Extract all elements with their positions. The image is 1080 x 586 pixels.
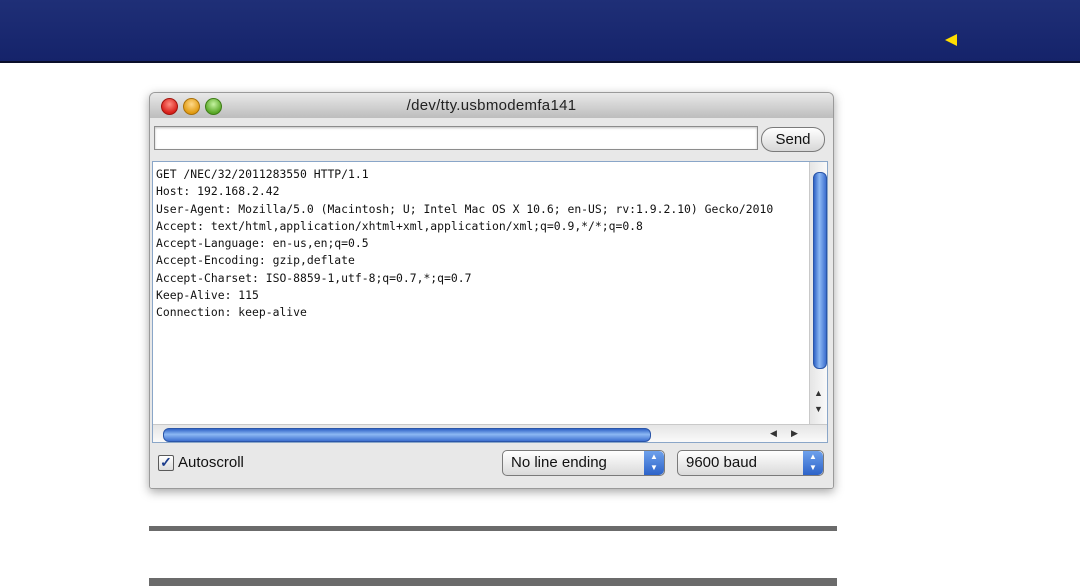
window-title: /dev/tty.usbmodemfa141 (406, 97, 577, 114)
baud-rate-select[interactable]: 9600 baud ▲ ▼ (677, 450, 824, 476)
output-line: Keep-Alive: 115 (156, 288, 259, 303)
serial-input[interactable] (154, 126, 758, 150)
scroll-down-arrow-icon[interactable]: ▼ (814, 404, 823, 414)
send-button[interactable]: Send (761, 127, 825, 152)
horizontal-scrollbar[interactable]: ◀ ▶ (153, 424, 827, 442)
output-line: Host: 192.168.2.42 (156, 184, 280, 199)
back-arrow-icon[interactable] (945, 34, 957, 46)
select-arrows-icon: ▲ ▼ (644, 451, 664, 475)
output-line: Accept-Charset: ISO-8859-1,utf-8;q=0.7,*… (156, 270, 472, 285)
vertical-scrollbar[interactable]: ▲ ▼ (809, 162, 827, 424)
baud-rate-value: 9600 baud (686, 454, 757, 471)
output-line: Connection: keep-alive (156, 305, 307, 320)
scroll-right-arrow-icon[interactable]: ▶ (791, 428, 798, 439)
input-row: Send (150, 118, 833, 157)
scroll-left-arrow-icon[interactable]: ◀ (770, 428, 777, 439)
divider-line (149, 526, 837, 531)
line-ending-select[interactable]: No line ending ▲ ▼ (502, 450, 665, 476)
select-arrows-icon: ▲ ▼ (803, 451, 823, 475)
output-line: Accept: text/html,application/xhtml+xml,… (156, 218, 643, 233)
autoscroll-label[interactable]: Autoscroll (178, 454, 244, 471)
output-line: GET /NEC/32/2011283550 HTTP/1.1 (156, 167, 369, 181)
horizontal-scroll-thumb[interactable] (163, 428, 651, 442)
output-text: GET /NEC/32/2011283550 HTTP/1.1 Host: 192… (156, 166, 806, 322)
line-ending-value: No line ending (511, 454, 607, 471)
scroll-up-arrow-icon[interactable]: ▲ (814, 388, 823, 398)
divider-bar (149, 578, 837, 586)
window-titlebar[interactable]: /dev/tty.usbmodemfa141 (150, 93, 833, 119)
serial-output[interactable]: GET /NEC/32/2011283550 HTTP/1.1 Host: 192… (152, 161, 828, 443)
output-line: User-Agent: Mozilla/5.0 (Macintosh; U; I… (156, 201, 774, 216)
output-line: Accept-Language: en-us,en;q=0.5 (156, 236, 369, 251)
vertical-scroll-thumb[interactable] (813, 172, 827, 369)
output-line: Accept-Encoding: gzip,deflate (156, 253, 355, 268)
bottom-bar: ✓ Autoscroll No line ending ▲ ▼ 9600 baud… (150, 445, 833, 488)
top-banner (0, 0, 1080, 63)
serial-monitor-window: /dev/tty.usbmodemfa141 Send GET /NEC/32/… (149, 92, 834, 489)
autoscroll-checkbox[interactable]: ✓ (158, 455, 174, 471)
